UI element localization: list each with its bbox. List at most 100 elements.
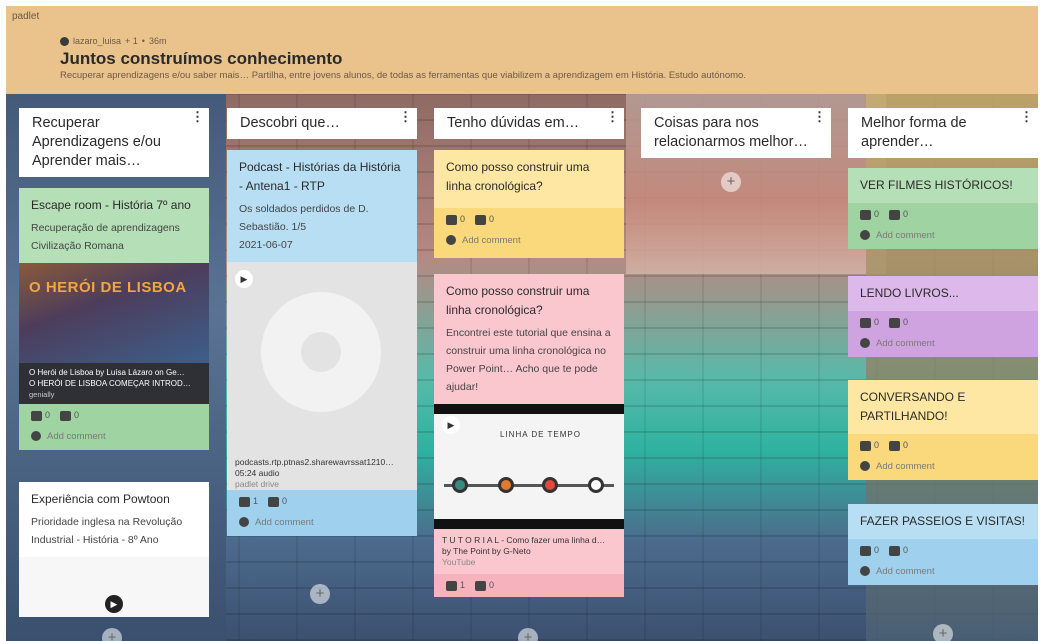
add-post-button[interactable]: + bbox=[933, 624, 953, 641]
thumbs-down-icon bbox=[889, 317, 901, 328]
video-thumbnail[interactable]: ▶ LINHA DE TEMPO bbox=[434, 404, 624, 529]
thumbs-down-icon bbox=[268, 496, 280, 507]
post-text: Prioridade inglesa na Revolução Industri… bbox=[31, 516, 183, 546]
like-button[interactable]: 0 bbox=[446, 214, 465, 225]
dislike-button[interactable]: 0 bbox=[475, 580, 494, 591]
add-comment-button[interactable]: Add comment bbox=[848, 333, 1038, 357]
reactions-bar: 1 0 bbox=[227, 490, 417, 513]
post-card-livros[interactable]: LENDO LIVROS... 0 0 Add comment bbox=[848, 276, 1038, 357]
commenter-avatar bbox=[860, 338, 870, 349]
play-icon[interactable]: ▶ bbox=[105, 595, 123, 613]
add-comment-button[interactable]: Add comment bbox=[848, 225, 1038, 249]
dislike-button[interactable]: 0 bbox=[60, 410, 79, 421]
post-card-powtoon[interactable]: Experiência com Powtoon Prioridade ingle… bbox=[19, 482, 209, 617]
post-title: CONVERSANDO E PARTILHANDO! bbox=[860, 390, 966, 423]
column-header[interactable]: Tenho dúvidas em… ⋮ bbox=[434, 108, 624, 139]
dislike-button[interactable]: 0 bbox=[268, 496, 287, 507]
dislike-button[interactable]: 0 bbox=[889, 545, 908, 556]
thumbs-up-icon bbox=[239, 496, 250, 507]
thumbs-up-icon bbox=[860, 209, 871, 220]
thumbs-up-icon bbox=[31, 410, 42, 421]
audio-attachment[interactable]: ▶ podcasts.rtp.ptnas2.sharewavrssat1210…… bbox=[227, 262, 417, 489]
post-date: 2021-06-07 bbox=[239, 239, 293, 251]
add-post-button[interactable]: + bbox=[310, 584, 330, 604]
column-header[interactable]: Descobri que… ⋮ bbox=[227, 108, 417, 139]
column-menu-icon[interactable]: ⋮ bbox=[1020, 110, 1033, 123]
like-button[interactable]: 0 bbox=[31, 410, 50, 421]
column-header[interactable]: Melhor forma de aprender… ⋮ bbox=[848, 108, 1038, 158]
play-icon[interactable]: ▶ bbox=[235, 270, 253, 288]
column-menu-icon[interactable]: ⋮ bbox=[191, 110, 204, 123]
column-menu-icon[interactable]: ⋮ bbox=[813, 110, 826, 123]
like-button[interactable]: 0 bbox=[860, 545, 879, 556]
add-comment-button[interactable]: Add comment bbox=[848, 561, 1038, 585]
like-button[interactable]: 0 bbox=[860, 440, 879, 451]
column-header[interactable]: Recuperar Aprendizagens e/ou Aprender ma… bbox=[19, 108, 209, 177]
add-comment-button[interactable]: Add comment bbox=[434, 230, 624, 258]
post-card-passeios[interactable]: FAZER PASSEIOS E VISITAS! 0 0 Add commen… bbox=[848, 504, 1038, 585]
post-card-podcast[interactable]: Podcast - Histórias da História - Antena… bbox=[227, 150, 417, 536]
column-title: Recuperar Aprendizagens e/ou Aprender ma… bbox=[32, 115, 161, 169]
post-thumbnail[interactable]: O HERÓI DE LISBOA bbox=[19, 263, 209, 363]
post-title: FAZER PASSEIOS E VISITAS! bbox=[860, 514, 1025, 528]
author-name[interactable]: lazaro_luisa bbox=[73, 36, 121, 46]
commenter-avatar bbox=[446, 235, 456, 246]
play-icon[interactable]: ▶ bbox=[442, 416, 460, 434]
author-avatar[interactable] bbox=[60, 36, 69, 46]
commenter-avatar bbox=[31, 431, 41, 442]
add-comment-button[interactable]: Add comment bbox=[848, 456, 1038, 480]
post-card-duvida-1[interactable]: Como posso construir uma linha cronológi… bbox=[434, 150, 624, 258]
post-title: LENDO LIVROS... bbox=[860, 286, 959, 300]
timeline-label: LINHA DE TEMPO bbox=[500, 430, 581, 439]
commenter-avatar bbox=[239, 517, 249, 528]
thumbnail-label: O HERÓI DE LISBOA bbox=[29, 279, 187, 296]
column-menu-icon[interactable]: ⋮ bbox=[399, 110, 412, 123]
like-button[interactable]: 0 bbox=[860, 317, 879, 328]
likes-count: + 1 bbox=[125, 36, 138, 46]
column-recuperar: Recuperar Aprendizagens e/ou Aprender ma… bbox=[19, 108, 209, 177]
add-comment-button[interactable]: Add comment bbox=[227, 512, 417, 536]
thumbs-up-icon bbox=[446, 214, 457, 225]
column-menu-icon[interactable]: ⋮ bbox=[606, 110, 619, 123]
thumbs-up-icon bbox=[446, 580, 457, 591]
timeline-node bbox=[588, 477, 604, 493]
column-header[interactable]: Coisas para nos relacionarmos melhor… ⋮ bbox=[641, 108, 831, 158]
like-button[interactable]: 1 bbox=[239, 496, 258, 507]
commenter-avatar bbox=[860, 230, 870, 241]
video-attachment-info[interactable]: T U T O R I A L - Como fazer uma linha d… bbox=[434, 529, 624, 574]
column-descobri: Descobri que… ⋮ bbox=[227, 108, 417, 139]
post-age: 36m bbox=[148, 36, 167, 46]
reactions-bar: 0 0 bbox=[848, 539, 1038, 562]
add-post-button[interactable]: + bbox=[518, 628, 538, 641]
post-card-escape[interactable]: Escape room - História 7º ano Recuperaçã… bbox=[19, 188, 209, 450]
add-post-button[interactable]: + bbox=[721, 172, 741, 192]
dislike-button[interactable]: 0 bbox=[475, 214, 494, 225]
post-card-filmes[interactable]: VER FILMES HISTÓRICOS! 0 0 Add comment bbox=[848, 168, 1038, 249]
thumbs-down-icon bbox=[889, 209, 901, 220]
like-button[interactable]: 0 bbox=[860, 209, 879, 220]
column-title: Descobri que… bbox=[240, 115, 340, 131]
column-duvidas: Tenho dúvidas em… ⋮ bbox=[434, 108, 624, 139]
brand-label[interactable]: padlet bbox=[12, 11, 39, 22]
thumbs-up-icon bbox=[860, 317, 871, 328]
dislike-button[interactable]: 0 bbox=[889, 317, 908, 328]
column-title: Melhor forma de aprender… bbox=[861, 115, 967, 150]
post-thumbnail[interactable]: ▶ bbox=[19, 557, 209, 617]
thumbs-down-icon bbox=[889, 440, 901, 451]
like-button[interactable]: 1 bbox=[446, 580, 465, 591]
thumbs-down-icon bbox=[889, 545, 901, 556]
post-text: Recuperação de aprendizagens Civilização… bbox=[31, 222, 180, 252]
add-comment-button[interactable]: Add comment bbox=[19, 426, 209, 450]
dislike-button[interactable]: 0 bbox=[889, 209, 908, 220]
reactions-bar: 0 0 bbox=[848, 311, 1038, 334]
post-title: Escape room - História 7º ano bbox=[31, 198, 191, 212]
timeline-node bbox=[452, 477, 468, 493]
add-post-button[interactable]: + bbox=[102, 628, 122, 641]
media-attachment[interactable]: O Herói de Lisboa by Luísa Lázaro on Ge…… bbox=[19, 363, 209, 404]
post-card-conversando[interactable]: CONVERSANDO E PARTILHANDO! 0 0 Add comme… bbox=[848, 380, 1038, 480]
thumbs-down-icon bbox=[475, 214, 487, 225]
dislike-button[interactable]: 0 bbox=[889, 440, 908, 451]
reactions-bar: 0 0 bbox=[434, 208, 624, 231]
post-card-duvida-2[interactable]: Como posso construir uma linha cronológi… bbox=[434, 274, 624, 597]
thumbs-down-icon bbox=[60, 410, 72, 421]
